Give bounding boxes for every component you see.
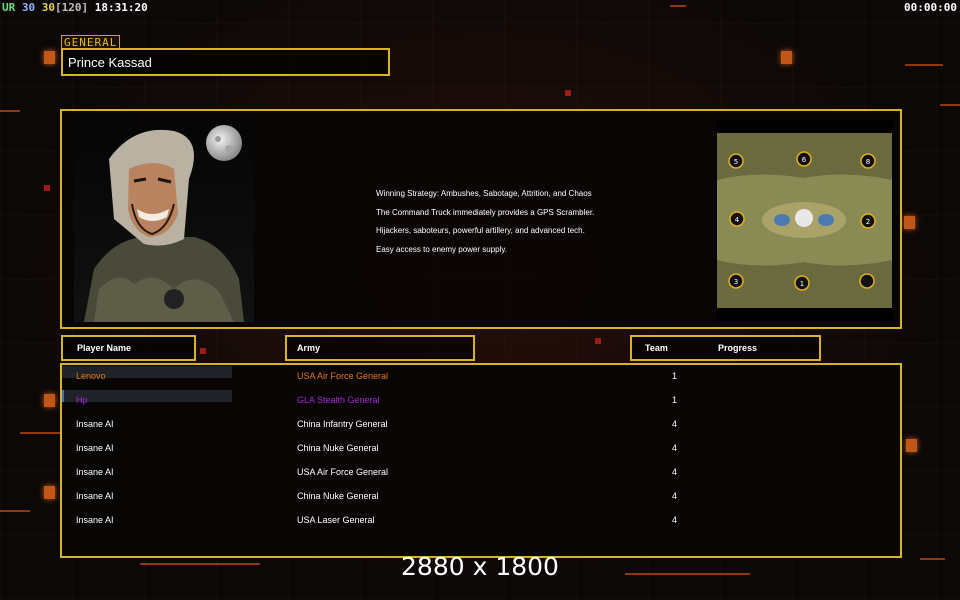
map-slot-label: 2: [866, 218, 870, 226]
strategy-line: The Command Truck immediately provides a…: [376, 207, 595, 217]
player-name: Insane AI: [76, 419, 114, 429]
player-team: 4: [671, 467, 677, 477]
map-slot-8[interactable]: 8: [860, 153, 876, 169]
decor-line: [0, 510, 30, 512]
player-list: Lenovo USA Air Force General 1 Hp GLA St…: [60, 363, 902, 558]
header-army-label: Army: [297, 343, 321, 353]
player-row: Lenovo USA Air Force General 1: [62, 366, 900, 390]
player-team: 1: [671, 395, 677, 405]
player-row: Insane AI USA Air Force General 4: [62, 462, 900, 486]
strategy-line: Winning Strategy: Ambushes, Sabotage, At…: [376, 189, 592, 198]
decor-square: [44, 394, 55, 407]
player-army: China Nuke General: [297, 491, 379, 501]
header-progress-label: Progress: [718, 343, 758, 353]
hud-ur: UR: [2, 1, 16, 14]
player-row: Insane AI USA Laser General 4: [62, 510, 900, 534]
decor-line: [905, 64, 943, 66]
header-player-name: Player Name: [61, 335, 196, 361]
map-slot-label: 5: [734, 158, 738, 166]
general-info-panel: Winning Strategy: Ambushes, Sabotage, At…: [60, 109, 902, 329]
player-name: Insane AI: [76, 443, 114, 453]
general-name: Prince Kassad: [61, 48, 390, 76]
player-army: China Nuke General: [297, 443, 379, 453]
decor-dot: [44, 185, 50, 191]
decor-square: [781, 51, 792, 64]
hud-value-1: 30: [21, 1, 36, 14]
map-slot-6[interactable]: 6: [796, 151, 812, 167]
header-team-progress: Team Progress: [630, 335, 821, 361]
player-army: USA Air Force General: [297, 467, 389, 477]
header-army: Army: [285, 335, 475, 361]
decor-square: [44, 486, 55, 499]
player-row: Insane AI China Nuke General 4: [62, 486, 900, 510]
player-name: Insane AI: [76, 467, 114, 477]
player-name: Insane AI: [76, 515, 114, 525]
decor-line: [940, 104, 960, 106]
hud-timer: 00:00:00: [904, 1, 957, 14]
map-slot-2[interactable]: 2: [860, 213, 876, 229]
resolution-watermark: 2880 x 1800: [401, 552, 559, 581]
hud-clock: 18:31:20: [94, 1, 148, 14]
player-row: Hp GLA Stealth General 1: [62, 390, 900, 414]
player-team: 4: [671, 419, 677, 429]
map-slot-label: 6: [802, 156, 807, 164]
map-slot-label: 3: [734, 278, 738, 286]
player-row: Insane AI China Infantry General 4: [62, 414, 900, 438]
player-name: Hp: [76, 395, 88, 405]
player-team: 4: [671, 491, 677, 501]
general-portrait: [74, 119, 254, 322]
player-team: 4: [671, 515, 677, 525]
decor-square: [904, 216, 915, 229]
player-team: 4: [671, 443, 677, 453]
decor-square: [906, 439, 917, 452]
decor-dot: [200, 348, 206, 354]
player-row: Insane AI China Nuke General 4: [62, 438, 900, 462]
player-name: Insane AI: [76, 491, 114, 501]
decor-square: [44, 51, 55, 64]
decor-line: [20, 432, 60, 434]
map-preview: 5 6 8 4 2 3 1: [716, 120, 893, 321]
hud-value-2: 30: [41, 1, 55, 14]
header-player-name-label: Player Name: [77, 343, 132, 353]
strategy-text: Winning Strategy: Ambushes, Sabotage, At…: [376, 185, 676, 259]
strategy-line: Easy access to enemy power supply.: [376, 244, 508, 254]
player-army: China Infantry General: [297, 419, 388, 429]
player-name: Lenovo: [76, 371, 106, 381]
decor-dot: [595, 338, 601, 344]
map-slot-label: 8: [866, 158, 870, 166]
decor-line: [670, 5, 686, 7]
player-army: USA Laser General: [297, 515, 375, 525]
decor-line: [0, 110, 20, 112]
map-slot-label: 4: [735, 216, 740, 224]
decor-dot: [565, 90, 571, 96]
map-slot-label: 1: [800, 280, 804, 288]
map-slot-4[interactable]: 4: [729, 211, 745, 227]
player-army: USA Air Force General: [297, 371, 389, 381]
strategy-line: Hijackers, saboteurs, powerful artillery…: [376, 226, 585, 235]
header-team-label: Team: [645, 343, 668, 353]
hud-value-3: [120]: [55, 1, 89, 14]
map-slot-5[interactable]: 5: [728, 153, 744, 169]
player-army: GLA Stealth General: [297, 395, 380, 405]
map-slot-empty[interactable]: [859, 273, 875, 289]
hud-stats: UR 30 30[120] 18:31:20: [2, 1, 148, 14]
map-slot-3[interactable]: 3: [728, 273, 744, 289]
player-team: 1: [671, 371, 677, 381]
map-slot-1[interactable]: 1: [794, 275, 810, 291]
progress-fill: [62, 390, 64, 402]
